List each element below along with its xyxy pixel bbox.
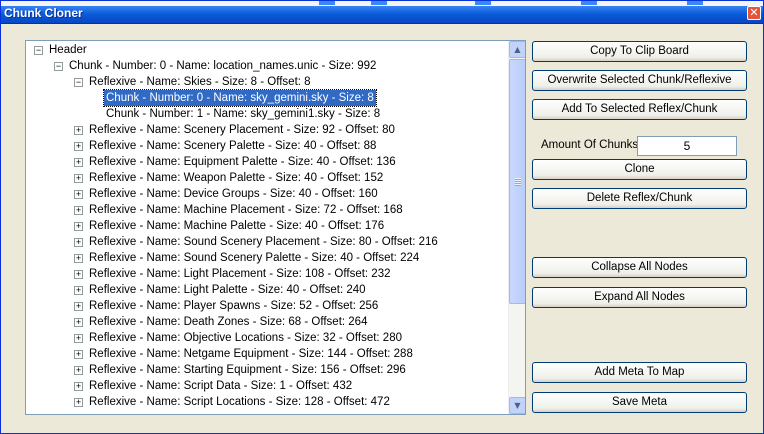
collapse-node-icon[interactable]: − — [34, 46, 43, 55]
expand-node-icon[interactable]: + — [74, 238, 83, 247]
scrollbar-thumb[interactable] — [509, 59, 525, 304]
tree-node[interactable]: + Reflexive - Name: Sound Scenery Palette… — [26, 250, 509, 266]
amount-of-chunks-input[interactable]: 5 — [637, 136, 737, 156]
tree-node[interactable]: + Reflexive - Name: Light Palette - Size:… — [26, 282, 509, 298]
add-to-selected-button[interactable]: Add To Selected Reflex/Chunk — [532, 99, 747, 120]
tree-node[interactable]: + Reflexive - Name: Death Zones - Size: 6… — [26, 314, 509, 330]
tree-node[interactable]: + Reflexive - Name: Starting Equipment - … — [26, 362, 509, 378]
add-meta-to-map-button[interactable]: Add Meta To Map — [532, 362, 747, 383]
tree-node-label[interactable]: Reflexive - Name: Objective Locations - … — [87, 330, 404, 346]
tree-node[interactable]: Chunk - Number: 1 - Name: sky_gemini1.sk… — [26, 106, 509, 122]
thumb-grip-icon — [515, 178, 521, 186]
expand-node-icon[interactable]: + — [74, 270, 83, 279]
scroll-down-icon[interactable]: ▼ — [509, 397, 525, 414]
expand-node-icon[interactable]: + — [74, 190, 83, 199]
tree-node-label[interactable]: Reflexive - Name: Death Zones - Size: 68… — [87, 314, 369, 330]
tree-node[interactable]: + Reflexive - Name: Device Groups - Size:… — [26, 186, 509, 202]
tree-node-label[interactable]: Header — [47, 42, 89, 58]
expand-node-icon[interactable]: + — [74, 174, 83, 183]
expand-node-icon[interactable]: + — [74, 206, 83, 215]
tree-node-label[interactable]: Reflexive - Name: Sound Scenery Palette … — [87, 250, 421, 266]
expand-node-icon[interactable]: + — [74, 126, 83, 135]
overwrite-selected-button[interactable]: Overwrite Selected Chunk/Reflexive — [532, 70, 747, 91]
expand-node-icon[interactable]: + — [74, 366, 83, 375]
copy-to-clipboard-button[interactable]: Copy To Clip Board — [532, 41, 747, 62]
tree-node-label[interactable]: Reflexive - Name: Machine Placement - Si… — [87, 202, 405, 218]
tree-node[interactable]: + Reflexive - Name: Scenery Palette - Siz… — [26, 138, 509, 154]
expand-node-icon[interactable]: + — [74, 286, 83, 295]
tree-node-label[interactable]: Reflexive - Name: Netgame Equipment - Si… — [87, 346, 415, 362]
tree-node[interactable]: + Reflexive - Name: Equipment Palette - S… — [26, 154, 509, 170]
chunk-cloner-window: Chunk Cloner ✕ − Header − Chunk - Number: 0… — [0, 0, 764, 434]
expand-all-nodes-button[interactable]: Expand All Nodes — [532, 287, 747, 308]
tree-node[interactable]: + Reflexive - Name: Script Data - Size: 1… — [26, 378, 509, 394]
tree-node[interactable]: − Chunk - Number: 0 - Name: location_name… — [26, 58, 509, 74]
tree-node-label[interactable]: Chunk - Number: 1 - Name: sky_gemini1.sk… — [104, 106, 382, 122]
collapse-node-icon[interactable]: − — [54, 62, 63, 71]
title-bar-top-strip — [1, 1, 763, 6]
collapse-node-icon[interactable]: − — [74, 78, 83, 87]
tree-node-label[interactable]: Chunk - Number: 0 - Name: location_names… — [67, 58, 378, 74]
expand-node-icon[interactable]: + — [74, 142, 83, 151]
tree-node-label[interactable]: Reflexive - Name: Light Palette - Size: … — [87, 282, 368, 298]
tree-node[interactable]: − Reflexive - Name: Skies - Size: 8 - Off… — [26, 74, 509, 90]
close-icon[interactable]: ✕ — [747, 6, 761, 20]
tree-node-label[interactable]: Reflexive - Name: Player Spawns - Size: … — [87, 298, 380, 314]
collapse-all-nodes-button[interactable]: Collapse All Nodes — [532, 257, 747, 278]
window-title: Chunk Cloner — [4, 6, 83, 20]
tree-node[interactable]: + Reflexive - Name: Objective Locations -… — [26, 330, 509, 346]
delete-reflex-chunk-button[interactable]: Delete Reflex/Chunk — [532, 188, 747, 209]
tree-node-label[interactable]: Reflexive - Name: Scenery Palette - Size… — [87, 138, 378, 154]
amount-of-chunks-label: Amount Of Chunks: — [541, 139, 642, 151]
tree-node[interactable]: + Reflexive - Name: Sound Scenery Placeme… — [26, 234, 509, 250]
tree-node[interactable]: − Header — [26, 42, 509, 58]
tree-node-label[interactable]: Reflexive - Name: Weapon Palette - Size:… — [87, 170, 385, 186]
tree-node[interactable]: + Reflexive - Name: Scenery Placement - S… — [26, 122, 509, 138]
expand-node-icon[interactable]: + — [74, 350, 83, 359]
tree-node[interactable]: + Reflexive - Name: Script Locations - Si… — [26, 394, 509, 410]
tree-node[interactable]: + Reflexive - Name: Netgame Equipment - S… — [26, 346, 509, 362]
clone-button[interactable]: Clone — [532, 159, 747, 180]
expand-node-icon[interactable]: + — [74, 222, 83, 231]
expand-node-icon[interactable]: + — [74, 382, 83, 391]
expand-node-icon[interactable]: + — [74, 318, 83, 327]
chunk-tree-view[interactable]: − Header − Chunk - Number: 0 - Name: locati… — [25, 40, 526, 415]
expand-node-icon[interactable]: + — [74, 398, 83, 407]
scroll-up-icon[interactable]: ▲ — [509, 41, 525, 58]
tree-node[interactable]: + Reflexive - Name: Player Spawns - Size:… — [26, 298, 509, 314]
tree-node-label[interactable]: Reflexive - Name: Equipment Palette - Si… — [87, 154, 398, 170]
tree-node-label[interactable]: Reflexive - Name: Scenery Placement - Si… — [87, 122, 397, 138]
expand-node-icon[interactable]: + — [74, 254, 83, 263]
tree-node-label[interactable]: Chunk - Number: 0 - Name: sky_gemini.sky… — [103, 89, 377, 107]
save-meta-button[interactable]: Save Meta — [532, 392, 747, 413]
expand-node-icon[interactable]: + — [74, 302, 83, 311]
tree-node-label[interactable]: Reflexive - Name: Machine Palette - Size… — [87, 218, 386, 234]
tree-node[interactable]: Chunk - Number: 0 - Name: sky_gemini.sky… — [26, 89, 509, 107]
tree-node[interactable]: + Reflexive - Name: Machine Placement - S… — [26, 202, 509, 218]
tree-node[interactable]: + Reflexive - Name: Light Placement - Siz… — [26, 266, 509, 282]
tree-node-label[interactable]: Reflexive - Name: Light Placement - Size… — [87, 266, 392, 282]
tree-node-label[interactable]: Reflexive - Name: Skies - Size: 8 - Offs… — [87, 74, 313, 90]
tree-node-label[interactable]: Reflexive - Name: Starting Equipment - S… — [87, 362, 408, 378]
vertical-scrollbar[interactable]: ▲ ▼ — [508, 41, 525, 414]
expand-node-icon[interactable]: + — [74, 158, 83, 167]
expand-node-icon[interactable]: + — [74, 334, 83, 343]
tree-node-label[interactable]: Reflexive - Name: Sound Scenery Placemen… — [87, 234, 440, 250]
title-bar[interactable]: Chunk Cloner ✕ — [1, 1, 763, 24]
tree-node[interactable]: + Reflexive - Name: Machine Palette - Siz… — [26, 218, 509, 234]
tree-node-label[interactable]: Reflexive - Name: Script Data - Size: 1 … — [87, 378, 354, 394]
tree-node-label[interactable]: Reflexive - Name: Script Locations - Siz… — [87, 394, 392, 410]
tree-node[interactable]: + Reflexive - Name: Weapon Palette - Size… — [26, 170, 509, 186]
tree-node-label[interactable]: Reflexive - Name: Device Groups - Size: … — [87, 186, 380, 202]
